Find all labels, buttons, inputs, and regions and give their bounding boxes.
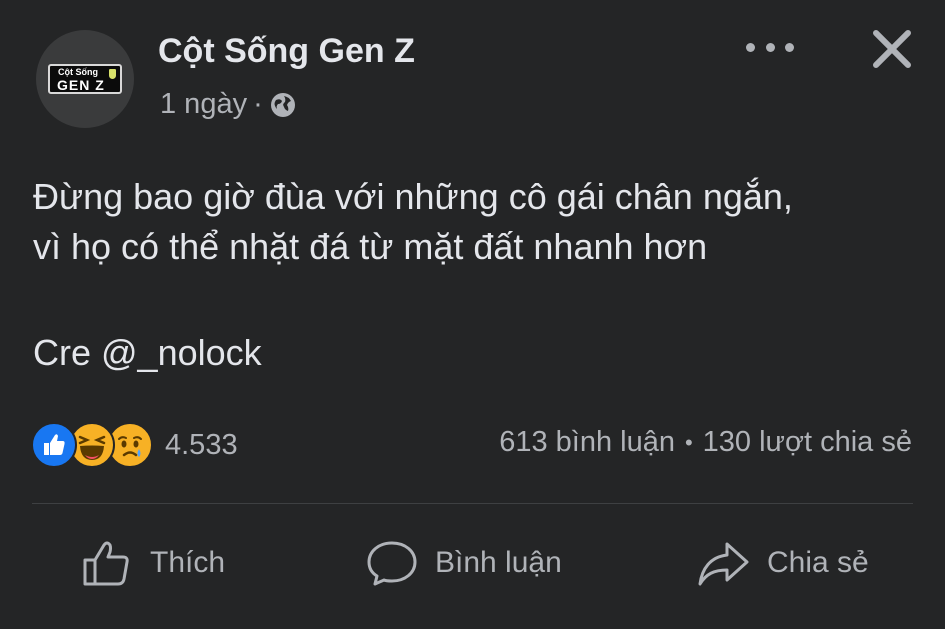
divider: [32, 503, 913, 504]
logo-line2: GEN Z: [57, 77, 105, 93]
post-meta: 1 ngày ·: [160, 88, 297, 121]
post-time[interactable]: 1 ngày: [160, 88, 247, 121]
like-icon: [31, 422, 77, 468]
post-body: Đừng bao giờ đùa với những cô gái chân n…: [33, 172, 913, 378]
reactions-summary[interactable]: 4.533: [31, 422, 238, 468]
comment-count-link[interactable]: 613 bình luận: [499, 426, 675, 459]
reaction-count: 4.533: [165, 428, 238, 461]
more-options-icon[interactable]: [746, 32, 794, 62]
share-count-link[interactable]: 130 lượt chia sẻ: [703, 426, 912, 459]
post-credit: Cre @_nolock: [33, 332, 262, 373]
post-text-line: Đừng bao giờ đùa với những cô gái chân n…: [33, 176, 793, 217]
stats-separator: •: [684, 429, 693, 455]
page-name-link[interactable]: Cột Sống Gen Z: [158, 32, 415, 71]
comment-label: Bình luận: [435, 546, 562, 579]
logo-mark-icon: [109, 69, 116, 79]
share-label: Chia sẻ: [767, 546, 869, 579]
post-stats: 613 bình luận • 130 lượt chia sẻ: [499, 426, 912, 459]
close-icon[interactable]: [868, 25, 916, 73]
like-label: Thích: [150, 546, 226, 579]
comment-bubble-icon: [367, 541, 417, 586]
globe-icon: [270, 92, 295, 117]
comment-button[interactable]: Bình luận: [365, 533, 562, 593]
page-avatar[interactable]: Cột Sống GEN Z: [36, 30, 134, 128]
share-arrow-icon: [698, 542, 749, 586]
meta-separator: ·: [253, 88, 263, 120]
logo-line1: Cột Sống: [58, 67, 98, 77]
share-button[interactable]: Chia sẻ: [697, 533, 869, 593]
thumbs-up-icon: [83, 541, 129, 586]
page-logo: Cột Sống GEN Z: [48, 64, 122, 94]
like-button[interactable]: Thích: [80, 533, 225, 593]
post-text-line: vì họ có thể nhặt đá từ mặt đất nhanh hơ…: [33, 226, 708, 267]
